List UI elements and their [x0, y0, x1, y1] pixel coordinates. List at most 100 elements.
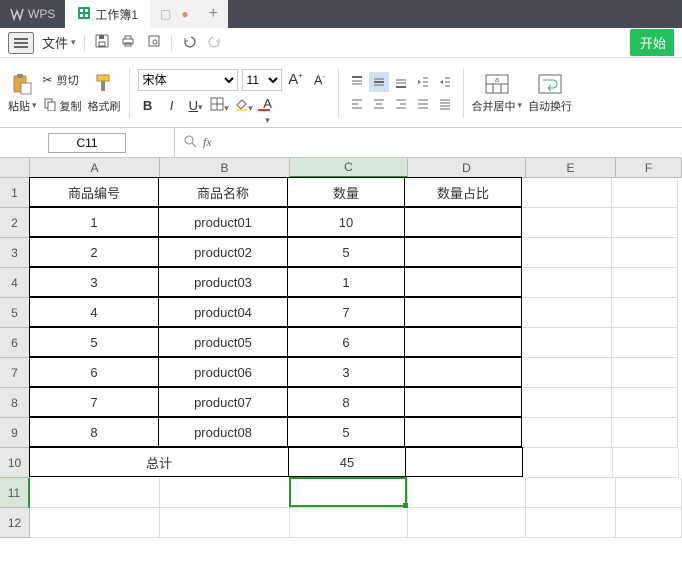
- cell[interactable]: 数量占比: [404, 177, 522, 207]
- cell[interactable]: 5: [29, 327, 159, 357]
- italic-button[interactable]: I: [162, 96, 182, 116]
- hamburger-menu-button[interactable]: [8, 32, 34, 54]
- cell[interactable]: 10: [287, 207, 405, 237]
- redo-button[interactable]: [206, 33, 224, 53]
- cell[interactable]: 总计: [29, 447, 289, 477]
- select-all-corner[interactable]: [0, 158, 30, 178]
- cell[interactable]: 5: [287, 417, 405, 447]
- cell[interactable]: [613, 448, 679, 478]
- row-header[interactable]: 6: [0, 328, 30, 358]
- save-button[interactable]: [93, 33, 111, 53]
- cell[interactable]: [522, 358, 612, 388]
- cell[interactable]: 1: [287, 267, 405, 297]
- decrease-font-button[interactable]: A-: [310, 70, 330, 90]
- cell[interactable]: [522, 178, 612, 208]
- fx-icon[interactable]: fx: [203, 135, 212, 150]
- cell[interactable]: 6: [287, 327, 405, 357]
- row-header[interactable]: 1: [0, 178, 30, 208]
- border-button[interactable]: ▾: [210, 96, 230, 116]
- cell[interactable]: [612, 208, 678, 238]
- cell[interactable]: [405, 447, 523, 477]
- column-header[interactable]: A: [30, 158, 160, 178]
- cell[interactable]: [290, 478, 408, 508]
- cell[interactable]: [612, 328, 678, 358]
- cell[interactable]: [30, 508, 160, 538]
- row-header[interactable]: 8: [0, 388, 30, 418]
- cell[interactable]: [612, 298, 678, 328]
- row-header[interactable]: 10: [0, 448, 30, 478]
- bold-button[interactable]: B: [138, 96, 158, 116]
- cell[interactable]: product01: [158, 207, 288, 237]
- cell[interactable]: [160, 478, 290, 508]
- row-header[interactable]: 11: [0, 478, 30, 508]
- cell[interactable]: [526, 478, 616, 508]
- formula-input[interactable]: [218, 133, 674, 153]
- cell[interactable]: 45: [288, 447, 406, 477]
- cell[interactable]: [523, 448, 613, 478]
- row-header[interactable]: 9: [0, 418, 30, 448]
- zoom-sheet-icon[interactable]: [183, 134, 197, 151]
- cell[interactable]: [160, 508, 290, 538]
- new-tab-button[interactable]: +: [209, 5, 218, 23]
- row-header[interactable]: 2: [0, 208, 30, 238]
- column-header[interactable]: D: [408, 158, 526, 178]
- font-size-select[interactable]: 11: [242, 69, 282, 91]
- cell[interactable]: [522, 268, 612, 298]
- align-top-button[interactable]: [347, 72, 367, 92]
- cell[interactable]: product07: [158, 387, 288, 417]
- column-header[interactable]: C: [290, 158, 408, 178]
- cell[interactable]: [522, 328, 612, 358]
- cell[interactable]: [290, 508, 408, 538]
- cell[interactable]: [616, 478, 682, 508]
- tab-dot-icon[interactable]: ●: [181, 7, 188, 21]
- cell[interactable]: [408, 508, 526, 538]
- row-header[interactable]: 7: [0, 358, 30, 388]
- row-header[interactable]: 5: [0, 298, 30, 328]
- font-color-button[interactable]: A▾: [258, 96, 278, 116]
- decrease-indent-button[interactable]: [413, 72, 433, 92]
- increase-indent-button[interactable]: [435, 72, 455, 92]
- name-box-input[interactable]: [48, 133, 126, 153]
- cell[interactable]: product05: [158, 327, 288, 357]
- cell[interactable]: [612, 418, 678, 448]
- align-center-button[interactable]: [369, 94, 389, 114]
- undo-button[interactable]: [180, 33, 198, 53]
- fill-color-button[interactable]: ▾: [234, 96, 254, 116]
- cell[interactable]: 2: [29, 237, 159, 267]
- font-name-select[interactable]: 宋体: [138, 69, 238, 91]
- cell[interactable]: [404, 327, 522, 357]
- workbook-tab[interactable]: 工作簿1: [65, 0, 150, 28]
- file-menu[interactable]: 文件 ▾: [42, 33, 76, 52]
- cell[interactable]: product02: [158, 237, 288, 267]
- cell[interactable]: 7: [287, 297, 405, 327]
- row-header[interactable]: 4: [0, 268, 30, 298]
- cell[interactable]: 8: [29, 417, 159, 447]
- cell[interactable]: [404, 417, 522, 447]
- cell[interactable]: [616, 508, 682, 538]
- cell[interactable]: [612, 388, 678, 418]
- cell[interactable]: [404, 357, 522, 387]
- column-header[interactable]: B: [160, 158, 290, 178]
- row-header[interactable]: 12: [0, 508, 30, 538]
- cell[interactable]: [404, 267, 522, 297]
- cell[interactable]: [404, 387, 522, 417]
- cut-button[interactable]: ✂ 剪切: [43, 69, 82, 91]
- cell[interactable]: [612, 178, 678, 208]
- format-painter-button[interactable]: 格式刷: [88, 72, 121, 114]
- paste-group[interactable]: 粘贴▾: [8, 72, 37, 114]
- cell[interactable]: 1: [29, 207, 159, 237]
- cell[interactable]: product06: [158, 357, 288, 387]
- cell[interactable]: 7: [29, 387, 159, 417]
- ribbon-tab-start[interactable]: 开始: [630, 29, 674, 56]
- cell[interactable]: product04: [158, 297, 288, 327]
- cell[interactable]: 4: [29, 297, 159, 327]
- cell[interactable]: 3: [287, 357, 405, 387]
- cell[interactable]: [404, 207, 522, 237]
- align-middle-button[interactable]: [369, 72, 389, 92]
- align-distribute-button[interactable]: [435, 94, 455, 114]
- column-header[interactable]: F: [616, 158, 682, 178]
- cell[interactable]: [408, 478, 526, 508]
- copy-button[interactable]: 复制: [43, 97, 82, 114]
- cell[interactable]: 商品名称: [158, 177, 288, 207]
- cell[interactable]: [612, 268, 678, 298]
